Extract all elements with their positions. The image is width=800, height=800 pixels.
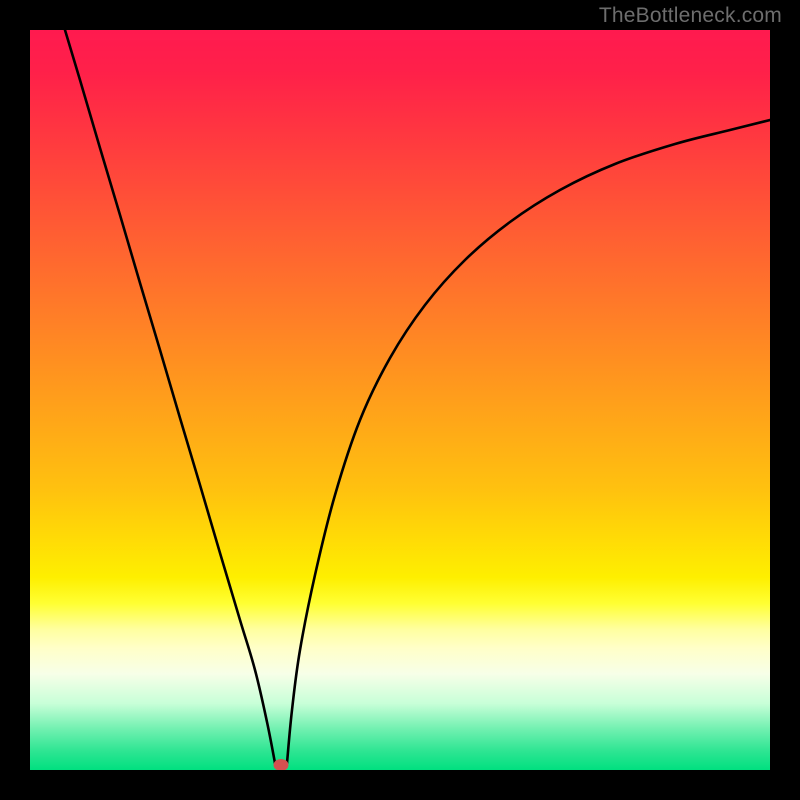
curve-right-branch <box>287 120 770 763</box>
plot-area <box>30 30 770 770</box>
curve-layer <box>30 30 770 770</box>
curve-left-branch <box>65 30 275 763</box>
minimum-marker <box>274 759 289 770</box>
watermark-text: TheBottleneck.com <box>599 4 782 28</box>
chart-frame: TheBottleneck.com <box>0 0 800 800</box>
